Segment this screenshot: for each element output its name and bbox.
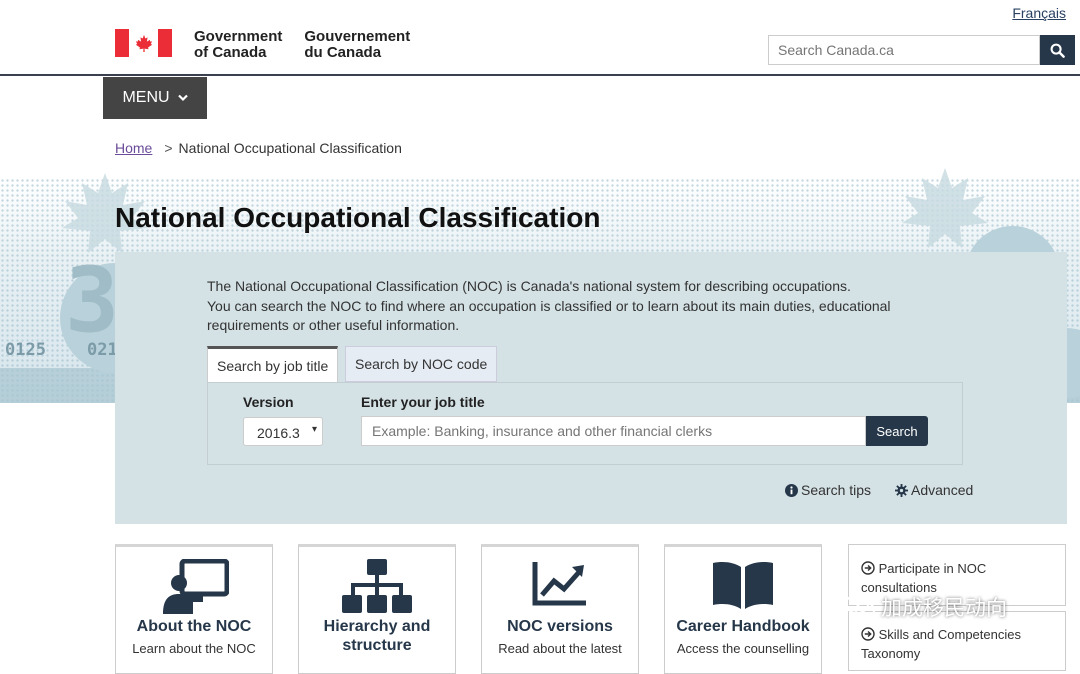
government-signature[interactable]: Government of Canada Gouvernement du Canad… xyxy=(115,29,410,61)
version-select[interactable]: 2016.3 ▾ xyxy=(243,417,323,446)
job-title-input[interactable] xyxy=(361,416,866,446)
chevron-down-icon xyxy=(177,94,188,102)
page-title: National Occupational Classification xyxy=(115,202,601,233)
version-label: Version xyxy=(243,394,294,410)
canada-flag-icon xyxy=(115,29,172,57)
card-career-handbook[interactable]: Career Handbook Access the counselling xyxy=(664,544,822,674)
card-title: Hierarchy and structure xyxy=(323,618,431,654)
arrow-circle-icon xyxy=(861,627,875,641)
banner-number: 3 xyxy=(65,248,120,353)
gear-icon xyxy=(895,483,908,497)
intro-text: The National Occupational Classification… xyxy=(207,278,891,333)
info-icon xyxy=(785,483,798,497)
job-title-label: Enter your job title xyxy=(361,394,485,410)
card-description: Learn about the NOC xyxy=(132,641,256,656)
tab-search-by-job-title[interactable]: Search by job title xyxy=(207,346,339,382)
card-about-noc[interactable]: About the NOC Learn about the NOC xyxy=(115,544,273,674)
arrow-circle-icon xyxy=(861,561,875,575)
book-icon xyxy=(713,562,773,609)
card-hierarchy-structure[interactable]: Hierarchy and structure xyxy=(298,544,456,674)
breadcrumb-separator: > xyxy=(164,140,173,156)
hierarchy-icon xyxy=(342,559,412,613)
breadcrumb-home-link[interactable]: Home xyxy=(115,140,152,156)
card-noc-versions[interactable]: NOC versions Read about the latest xyxy=(481,544,639,674)
advanced-search-link[interactable]: Advanced xyxy=(895,482,973,498)
language-toggle-link[interactable]: Français xyxy=(1012,5,1066,21)
card-title: About the NOC xyxy=(136,618,252,635)
banner-number: 0125 xyxy=(5,340,46,360)
site-search xyxy=(768,35,1075,65)
site-search-button[interactable] xyxy=(1040,35,1075,65)
job-search-button[interactable]: Search xyxy=(866,416,928,446)
search-tips-link[interactable]: Search tips xyxy=(785,482,871,498)
caret-down-icon: ▾ xyxy=(311,424,317,435)
presenter-icon xyxy=(163,559,229,614)
trend-chart-icon xyxy=(532,562,586,606)
menu-button[interactable]: MENU xyxy=(103,77,207,119)
watermark: 加成移民动向 xyxy=(845,592,1007,622)
wechat-icon xyxy=(845,594,875,619)
card-title: Career Handbook xyxy=(676,618,810,635)
menu-label: MENU xyxy=(122,89,170,106)
tab-search-by-noc-code[interactable]: Search by NOC code xyxy=(345,346,498,382)
search-icon xyxy=(1050,43,1065,58)
gov-name-en: Government of Canada xyxy=(194,28,283,61)
card-description: Access the counselling xyxy=(676,641,810,656)
breadcrumb-current: National Occupational Classification xyxy=(178,140,402,156)
site-search-input[interactable] xyxy=(768,35,1040,65)
breadcrumb: Home > National Occupational Classificatio… xyxy=(115,140,402,156)
card-title: NOC versions xyxy=(507,618,613,635)
header-divider xyxy=(0,74,1080,76)
gov-name-fr: Gouvernement du Canada xyxy=(304,28,411,61)
card-description: Read about the latest xyxy=(498,641,622,656)
